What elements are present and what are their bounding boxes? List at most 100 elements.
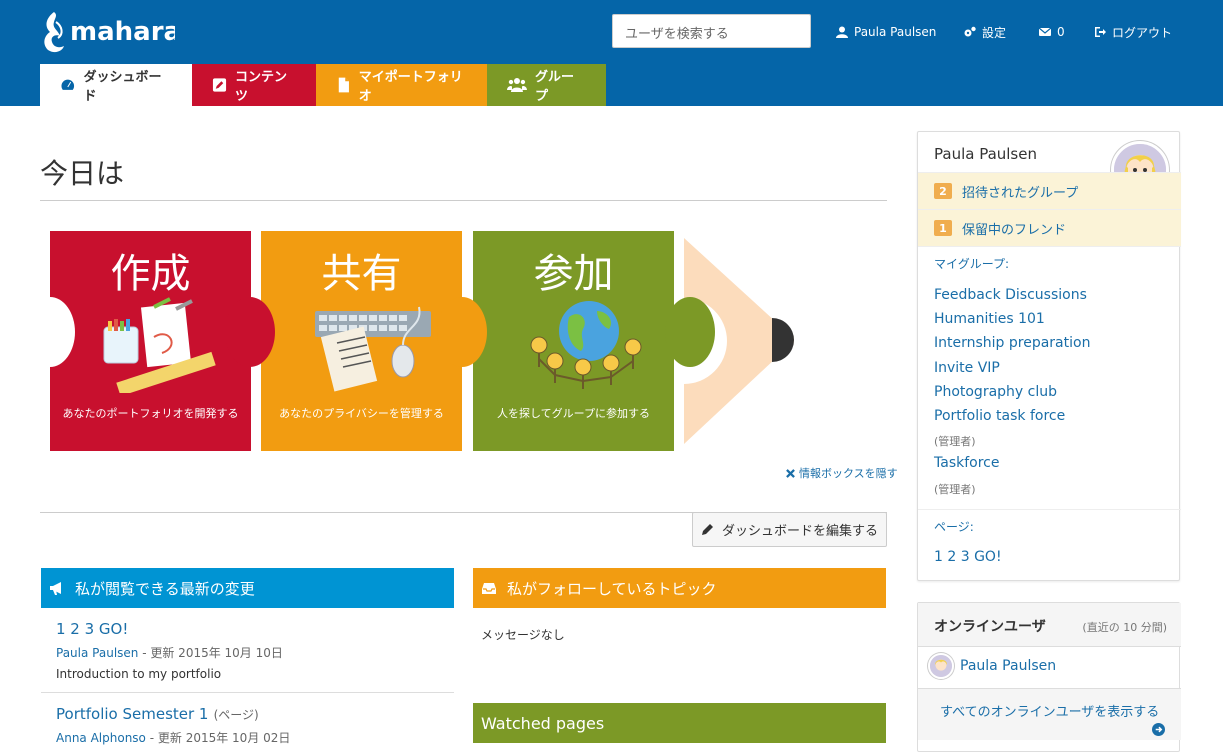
main-nav: ダッシュボード コンテンツ マイポートフォリオ グループ: [40, 64, 606, 106]
pencil-icon: [701, 524, 713, 535]
tab-dashboard[interactable]: ダッシュボード: [40, 64, 192, 106]
puzzle-title: 参加: [533, 251, 614, 297]
online-user-name: Paula Paulsen: [960, 658, 1057, 674]
list-item: Portfolio Semester 1 (ページ) Anna Alphonso…: [41, 704, 454, 746]
messages-link[interactable]: 0: [1039, 24, 1065, 40]
friend-count-badge: 1: [934, 220, 952, 236]
page-link[interactable]: 1 2 3 GO!: [934, 549, 1002, 565]
group-link[interactable]: Photography club: [934, 384, 1057, 400]
notice-label: 保留中のフレンド: [962, 222, 1067, 238]
user-name: Paula Paulsen: [854, 25, 937, 39]
followed-topics-header: 私がフォローしているトピック: [473, 568, 886, 608]
item-title-link[interactable]: Portfolio Semester 1: [56, 705, 208, 723]
logout-link[interactable]: ログアウト: [1094, 24, 1172, 40]
envelope-icon: [1039, 27, 1051, 36]
tab-label: マイポートフォリオ: [358, 70, 463, 104]
puzzle-notch: [25, 297, 75, 367]
followed-topics-title: 私がフォローしているトピック: [507, 579, 717, 598]
group-link[interactable]: Taskforce: [934, 455, 999, 471]
create-puzzle-piece[interactable]: 作成 あなたのポートフォリオを開発する: [25, 231, 251, 451]
puzzle-tab: [225, 297, 275, 367]
arrow-circle-right-icon[interactable]: [1152, 723, 1165, 736]
user-menu[interactable]: Paula Paulsen: [836, 24, 936, 40]
pages-label: ページ:: [934, 520, 974, 534]
item-date: - 更新 2015年 10月 10日: [142, 646, 283, 660]
avatar: [928, 653, 954, 679]
list-item: 1 2 3 GO! Paula Paulsen - 更新 2015年 10月 1…: [41, 620, 454, 681]
tachometer-icon: [60, 78, 76, 91]
edit-dashboard-button[interactable]: ダッシュボードを編集する: [692, 512, 887, 547]
admin-role-label: (管理者): [934, 435, 976, 448]
no-messages-text: メッセージなし: [481, 628, 565, 642]
online-users-footer: すべてのオンラインユーザを表示する: [918, 688, 1181, 740]
item-date: - 更新 2015年 10月 02日: [149, 731, 291, 745]
item-type-label: (ページ): [213, 708, 259, 722]
group-link[interactable]: Invite VIP: [934, 360, 1000, 376]
author-link[interactable]: Anna Alphonso: [56, 731, 146, 745]
gears-icon: [964, 26, 976, 37]
user-icon: [836, 26, 848, 38]
online-users-panel: オンラインユーザ (直近の 10 分間) Paula Paulsen すべてのオ…: [917, 602, 1181, 752]
pending-friends-notice[interactable]: 1 保留中のフレンド: [918, 209, 1181, 246]
author-link[interactable]: Paula Paulsen: [56, 646, 138, 660]
puzzle-tab: [665, 297, 715, 367]
tab-label: グループ: [534, 70, 574, 104]
group-link[interactable]: Internship preparation: [934, 335, 1090, 351]
item-title-link[interactable]: 1 2 3 GO!: [56, 620, 454, 638]
puzzle-subtitle: あなたのポートフォリオを開発する: [62, 407, 239, 420]
my-groups-label: マイグループ:: [934, 257, 1010, 271]
group-link[interactable]: Portfolio task force: [934, 408, 1065, 424]
close-icon: [786, 468, 795, 478]
users-icon: [507, 78, 527, 92]
edit-dashboard-label: ダッシュボードを編集する: [721, 524, 878, 539]
share-illustration: [315, 306, 431, 392]
group-link[interactable]: Feedback Discussions: [934, 287, 1087, 303]
recent-changes-title: 私が閲覧できる最新の変更: [75, 579, 255, 598]
logout-label: ログアウト: [1112, 25, 1173, 40]
hide-infobox-label: 情報ボックスを隠す: [799, 467, 898, 480]
group-invitations-notice[interactable]: 2 招待されたグループ: [918, 172, 1181, 209]
puzzle-subtitle: 人を探してグループに参加する: [496, 407, 650, 420]
engage-illustration: [530, 301, 642, 389]
hide-infobox-link[interactable]: 情報ボックスを隠す: [786, 465, 898, 481]
settings-link[interactable]: 設定: [964, 24, 1006, 40]
online-users-title: オンラインユーザ: [934, 619, 1046, 635]
mahara-logo[interactable]: mahara: [40, 8, 181, 54]
profile-name[interactable]: Paula Paulsen: [934, 145, 1037, 163]
show-all-online-users-link[interactable]: すべてのオンラインユーザを表示する: [940, 701, 1159, 720]
tab-label: コンテンツ: [235, 70, 288, 104]
online-users-subtitle: (直近の 10 分間): [1082, 621, 1167, 634]
puzzle-title: 共有: [321, 251, 402, 297]
user-search-input[interactable]: ユーザを検索する: [612, 14, 811, 48]
list-divider: [41, 692, 454, 693]
notice-label: 招待されたグループ: [962, 185, 1079, 201]
engage-puzzle-piece[interactable]: 参加 人を探してグループに参加する: [473, 231, 674, 451]
inbox-icon: [482, 583, 496, 594]
divider: [918, 246, 1181, 247]
logo-text: mahara: [70, 17, 175, 47]
group-link[interactable]: Humanities 101: [934, 311, 1045, 327]
site-header: mahara ユーザを検索する Paula Paulsen 設定 0 ログアウト…: [0, 0, 1223, 106]
admin-role-label: (管理者): [934, 483, 976, 496]
sign-out-icon: [1095, 27, 1106, 37]
recent-changes-header: 私が閲覧できる最新の変更: [41, 568, 454, 608]
share-puzzle-piece[interactable]: 共有 あなたのプライバシーを管理する: [261, 231, 462, 451]
online-user-item[interactable]: Paula Paulsen: [928, 653, 1056, 679]
tab-content[interactable]: コンテンツ: [192, 64, 316, 106]
page-title: 今日は: [40, 157, 125, 190]
item-description: Introduction to my portfolio: [56, 667, 222, 681]
title-divider: [40, 200, 887, 201]
watched-pages-title: Watched pages: [481, 713, 605, 733]
create-illustration: [103, 297, 216, 393]
puzzle-title: 作成: [110, 251, 191, 297]
tab-groups[interactable]: グループ: [487, 64, 606, 106]
watched-pages-header: Watched pages: [473, 703, 886, 743]
puzzle-subtitle: あなたのプライバシーを管理する: [279, 407, 444, 420]
messages-count: 0: [1057, 25, 1065, 39]
tab-portfolio[interactable]: マイポートフォリオ: [316, 64, 487, 106]
file-icon: [338, 77, 349, 93]
settings-label: 設定: [982, 25, 1007, 40]
pencil-square-icon: [212, 78, 227, 92]
puzzle-tab: [437, 297, 487, 367]
divider: [918, 509, 1181, 510]
